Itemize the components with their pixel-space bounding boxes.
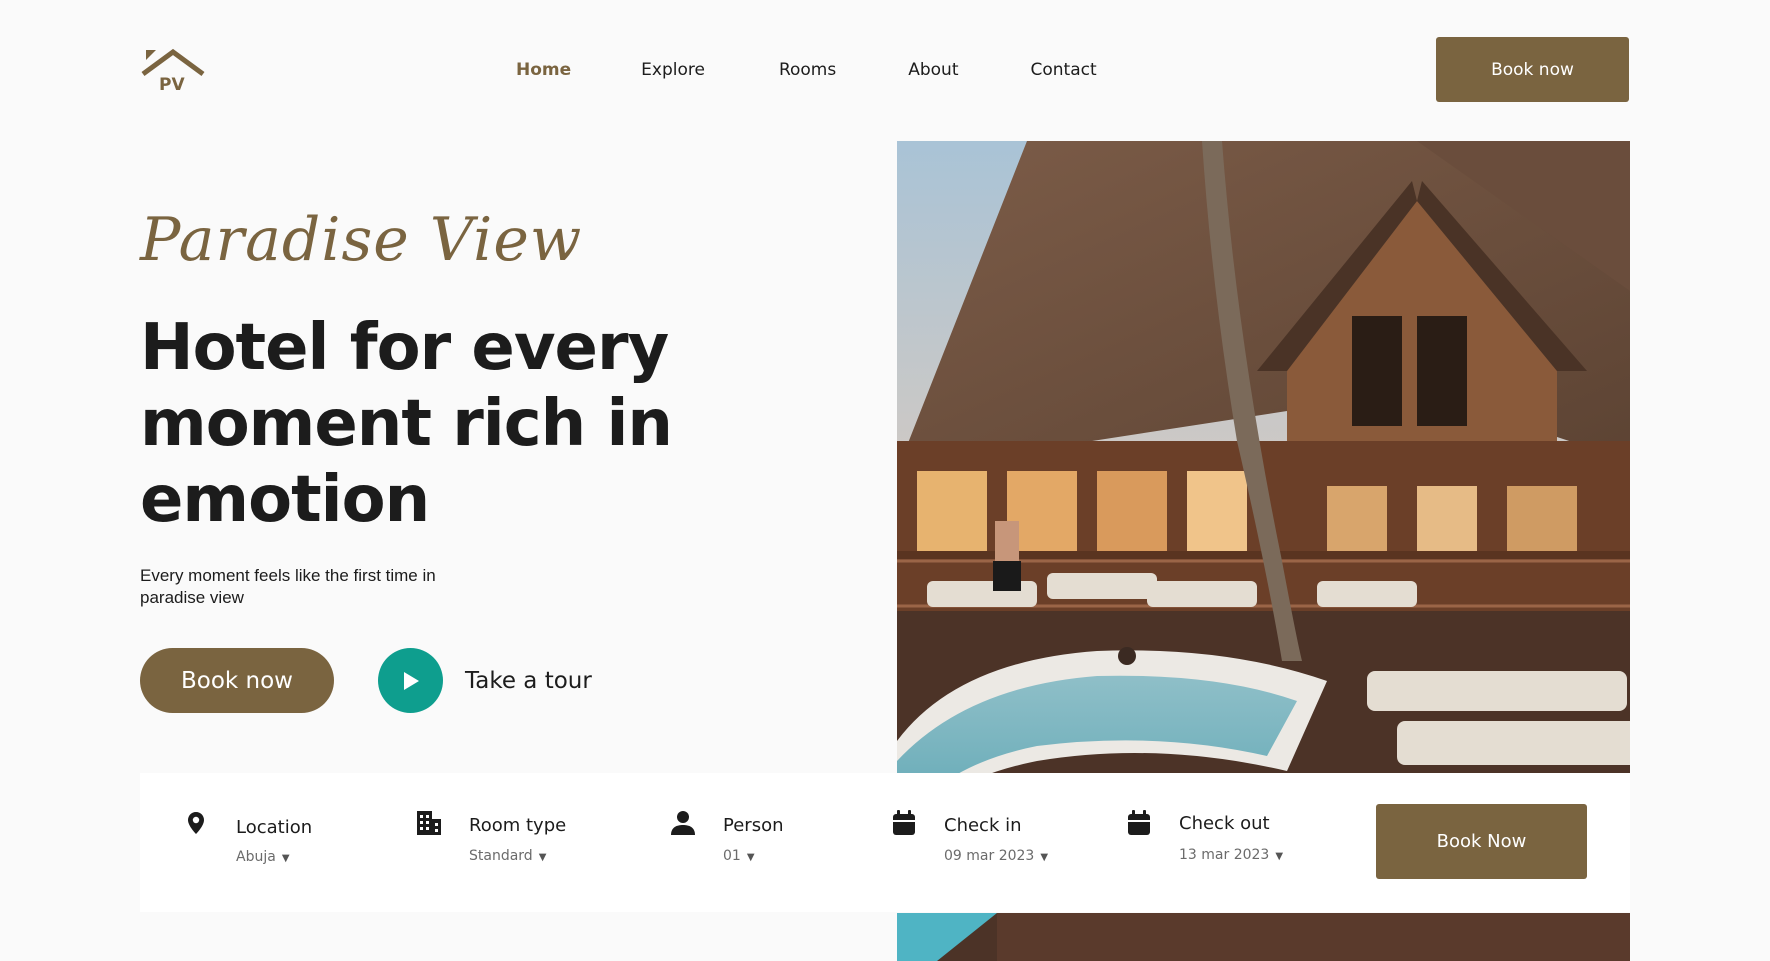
brand-logo[interactable]: PV [140,48,206,92]
hero-subtitle: Every moment feels like the first time i… [140,566,436,607]
location-select[interactable]: Abuja ▼ [236,849,290,865]
play-button[interactable] [378,648,443,713]
location-pin-icon [188,812,204,834]
booking-submit-button[interactable]: Book Now [1376,804,1587,879]
room-type-label: Room type [469,815,567,836]
room-type-value: Standard [469,848,533,864]
person-value: 01 [723,848,741,864]
person-icon [671,811,695,835]
location-label: Location [236,817,313,838]
hero-headline: Hotel for every moment rich in emotion [140,311,673,537]
calendar-icon [1128,810,1150,835]
location-value: Abuja [236,849,276,865]
check-out-date-picker[interactable]: 13 mar 2023 ▼ [1179,847,1283,863]
chevron-down-icon: ▼ [746,852,755,863]
chevron-down-icon: ▼ [538,852,547,863]
hero-book-now-button[interactable]: Book now [140,648,334,713]
nav-home[interactable]: Home [516,58,571,82]
booking-bar: Location Abuja ▼ Room type Standard ▼ Pers… [140,773,1630,912]
play-icon [403,671,419,690]
nav-about[interactable]: About [908,58,958,82]
nav-rooms[interactable]: Rooms [779,58,836,82]
building-icon [417,811,441,835]
take-tour-label: Take a tour [465,667,592,694]
room-type-select[interactable]: Standard ▼ [469,848,546,864]
nav-contact[interactable]: Contact [1031,58,1097,82]
check-in-label: Check in [944,815,1022,836]
person-select[interactable]: 01 ▼ [723,848,755,864]
calendar-icon [893,810,915,835]
take-tour-link[interactable]: Take a tour [378,648,592,713]
logo-text: PV [159,75,185,92]
brand-script-title: Paradise View [140,205,583,275]
nav-book-now-button[interactable]: Book now [1436,37,1629,102]
check-in-value: 09 mar 2023 [944,848,1035,864]
check-out-value: 13 mar 2023 [1179,847,1270,863]
chevron-down-icon: ▼ [1040,852,1049,863]
check-out-label: Check out [1179,813,1270,834]
chevron-down-icon: ▼ [281,853,290,864]
main-nav: Home Explore Rooms About Contact [516,58,1147,82]
check-in-date-picker[interactable]: 09 mar 2023 ▼ [944,848,1048,864]
nav-explore[interactable]: Explore [641,58,705,82]
person-label: Person [723,815,784,836]
chevron-down-icon: ▼ [1275,851,1284,862]
